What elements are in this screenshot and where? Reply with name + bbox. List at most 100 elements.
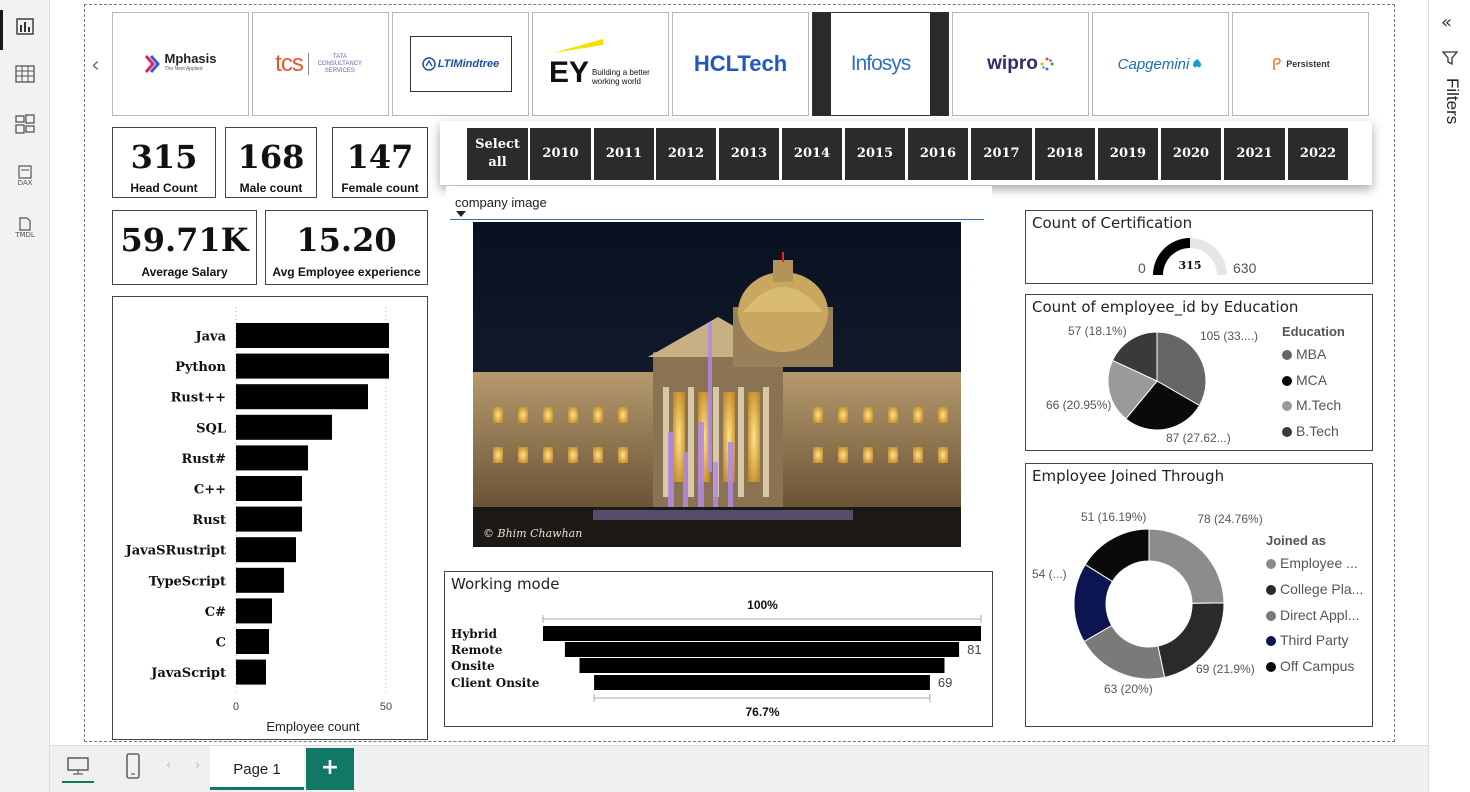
legend-item-3[interactable]: Third Party: [1266, 632, 1348, 648]
bar-Rust[interactable]: [236, 506, 302, 532]
year-button-2014[interactable]: 2014: [782, 128, 842, 180]
tmdl-view-icon[interactable]: TMDL: [9, 212, 41, 244]
bar-Rust#[interactable]: [236, 445, 308, 471]
active-layout-indicator: [62, 781, 94, 783]
collapse-pane-icon[interactable]: «: [1441, 12, 1452, 33]
year-button-2012[interactable]: 2012: [656, 128, 716, 180]
table-view-icon[interactable]: [9, 58, 41, 90]
kpi-value: 59.71K: [120, 221, 249, 259]
filter-icon[interactable]: [1442, 50, 1458, 66]
filters-label[interactable]: Filters: [1438, 78, 1462, 138]
legend-dot: [1282, 427, 1292, 437]
logo-card-infosys[interactable]: Infosys: [812, 12, 949, 116]
logo-card-hcltech[interactable]: HCLTech: [672, 12, 809, 116]
company-image-dropdown[interactable]: company image: [446, 186, 992, 222]
legend-label: B.Tech: [1296, 423, 1339, 439]
bar-C++[interactable]: [236, 476, 302, 501]
report-view-icon[interactable]: [9, 10, 41, 42]
legend-title: Joined as: [1266, 533, 1326, 548]
bar-C#[interactable]: [236, 598, 272, 624]
mobile-layout-icon[interactable]: [125, 753, 141, 779]
legend-item-mba[interactable]: MBA: [1282, 346, 1326, 362]
filters-pane: « Filters: [1428, 0, 1470, 792]
legend-item-mca[interactable]: MCA: [1282, 372, 1327, 388]
funnel-category-label: Onsite: [451, 659, 495, 673]
model-view-icon[interactable]: [9, 108, 41, 140]
persistent-logo-icon: [1273, 57, 1282, 70]
bar-Rust++[interactable]: [236, 384, 368, 410]
chevron-down-icon: [456, 211, 466, 217]
legend-item-1[interactable]: College Pla...: [1266, 581, 1363, 597]
page-tab-page-1[interactable]: Page 1: [210, 746, 304, 790]
logo-card-ltimindtree[interactable]: LTIMindtree: [392, 12, 529, 116]
year-button-2010[interactable]: 2010: [530, 128, 591, 180]
dax-label: DAX: [17, 179, 33, 187]
mphasis-logo-icon: [145, 55, 161, 73]
dax-query-icon[interactable]: DAX: [9, 160, 41, 192]
donut-slice-0[interactable]: [1148, 528, 1225, 604]
legend-item-0[interactable]: Employee ...: [1266, 555, 1358, 571]
logo-card-persistent[interactable]: Persistent: [1232, 12, 1369, 116]
funnel-category-label: Remote: [451, 643, 503, 657]
bar-SQL[interactable]: [236, 414, 332, 440]
desktop-layout-icon[interactable]: [66, 756, 90, 776]
year-button-2019[interactable]: 2019: [1098, 128, 1158, 180]
donut-data-label: 54 (...): [1032, 567, 1067, 581]
hcltech-wordmark: HCLTech: [693, 51, 788, 76]
legend-item-btech[interactable]: B.Tech: [1282, 423, 1339, 439]
legend-dot: [1266, 585, 1276, 595]
funnel-bar-Hybrid[interactable]: [543, 626, 981, 641]
legend-dot: [1266, 611, 1276, 621]
year-select-all-button[interactable]: Select all: [467, 128, 528, 180]
category-label: Rust: [192, 513, 226, 528]
funnel-category-label: Client Onsite: [451, 676, 540, 690]
logo-card-tcs[interactable]: tcs TATA CONSULTANCY SERVICES: [252, 12, 389, 116]
next-page-icon[interactable]: ›: [195, 758, 200, 773]
year-button-2020[interactable]: 2020: [1161, 128, 1221, 180]
capgemini-wordmark: Capgemini: [1117, 55, 1190, 73]
logo-card-mphasis[interactable]: Mphasis The Next Applied: [112, 12, 249, 116]
prev-page-icon[interactable]: ‹: [166, 758, 171, 773]
year-button-2013[interactable]: 2013: [719, 128, 779, 180]
ltimindtree-logo-icon: [421, 57, 436, 71]
kpi-label: Male count: [239, 181, 303, 195]
year-button-2017[interactable]: 2017: [971, 128, 1032, 180]
year-button-2018[interactable]: 2018: [1035, 128, 1095, 180]
year-button-2016[interactable]: 2016: [908, 128, 968, 180]
bar-Python[interactable]: [236, 353, 389, 379]
languages-chart-svg: Java Python Rust++ SQL Rust# C++ Rust JavaSRust…: [125, 307, 392, 713]
bar-Java[interactable]: [236, 323, 389, 348]
year-button-2011[interactable]: 2011: [594, 128, 654, 180]
kpi-head-count: 315 Head Count: [112, 127, 216, 198]
donut-data-label: 63 (20%): [1104, 682, 1153, 696]
funnel-bar-Onsite[interactable]: [579, 658, 945, 673]
ltimindtree-name: LTIMindtree: [437, 58, 500, 70]
tcs-wordmark: tcs: [275, 50, 304, 77]
bar-JavaSRustript[interactable]: [236, 537, 296, 563]
add-page-button[interactable]: +: [306, 748, 354, 790]
legend-item-mtech[interactable]: M.Tech: [1282, 397, 1341, 413]
logo-card-wipro[interactable]: wipro: [952, 12, 1089, 116]
category-label: C: [216, 636, 226, 651]
legend-item-2[interactable]: Direct Appl...: [1266, 607, 1359, 623]
logo-card-capgemini[interactable]: Capgemini: [1092, 12, 1229, 116]
bar-C[interactable]: [236, 629, 269, 654]
year-button-2022[interactable]: 2022: [1288, 128, 1348, 180]
carousel-prev-icon[interactable]: ‹: [91, 53, 100, 78]
year-button-2015[interactable]: 2015: [845, 128, 905, 180]
gauge-max-label: 630: [1233, 260, 1257, 276]
category-label: Python: [175, 360, 226, 375]
kpi-avg-experience: 15.20 Avg Employee experience: [265, 210, 428, 285]
legend-item-4[interactable]: Off Campus: [1266, 658, 1354, 674]
year-button-2021[interactable]: 2021: [1224, 128, 1285, 180]
donut-data-label: 51 (16.19%): [1081, 510, 1147, 524]
legend-label: MCA: [1296, 372, 1328, 388]
logo-card-ey[interactable]: EY Building a better working world: [532, 12, 669, 116]
category-label: Rust++: [171, 391, 226, 406]
working-mode-funnel: Working mode Hybrid Remote 81 Onsite Client …: [444, 571, 993, 727]
funnel-bar-Client Onsite[interactable]: [594, 675, 930, 690]
funnel-bar-Remote[interactable]: [564, 642, 960, 657]
bar-TypeScript[interactable]: [236, 567, 284, 593]
capgemini-spade-icon: [1193, 59, 1202, 68]
bar-JavaScript[interactable]: [236, 659, 266, 685]
